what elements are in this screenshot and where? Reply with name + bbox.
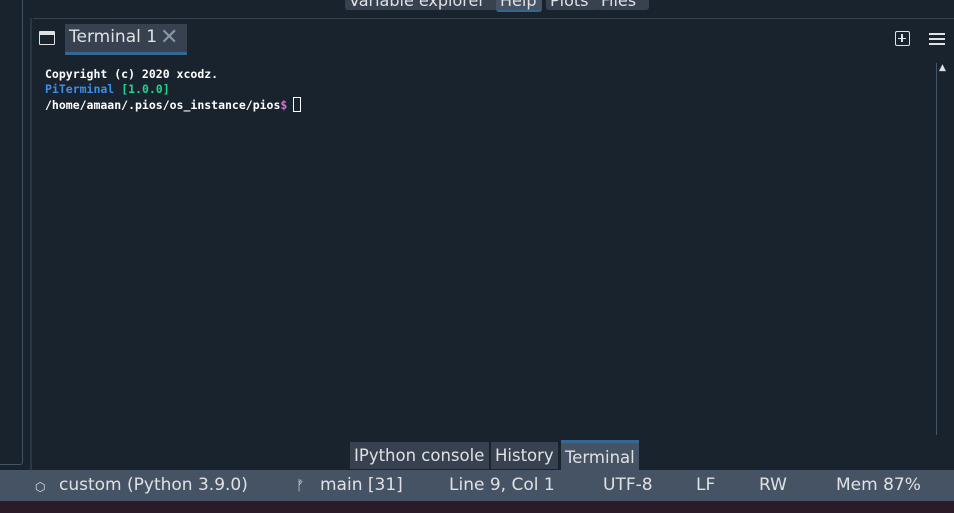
window-icon[interactable] — [39, 31, 55, 45]
tab-terminal[interactable]: Terminal — [561, 440, 639, 472]
status-environment[interactable]: custom (Python 3.9.0) — [59, 475, 248, 495]
vertical-scrollbar[interactable]: ▲ — [936, 63, 949, 435]
status-bar: ⬡ custom (Python 3.9.0) ᚠ main [31] Line… — [0, 470, 954, 501]
prompt-symbol: $ — [280, 98, 288, 112]
terminal-app-name: PiTerminal — [45, 82, 115, 96]
terminal-line: Copyright (c) 2020 xcodz. — [45, 67, 219, 81]
package-icon: ⬡ — [35, 480, 46, 494]
tab-history[interactable]: History — [491, 442, 558, 469]
terminal-prompt-line: /home/amaan/.pios/os_instance/pios$ — [45, 97, 302, 112]
status-cursor-position: Line 9, Col 1 — [449, 475, 555, 495]
pane-header: Terminal 1 ✕ — [33, 19, 954, 57]
terminal-pane: Terminal 1 ✕ Copyright (c) 2020 xcodz. P… — [33, 18, 954, 472]
status-memory: Mem 87% — [836, 475, 921, 495]
tab-files[interactable]: Files — [597, 0, 649, 10]
text-cursor — [293, 97, 302, 112]
tab-help[interactable]: Help — [496, 0, 542, 12]
top-tab-bar: Variable explorer Help Plots Files — [0, 0, 954, 18]
prompt-path: /home/amaan/.pios/os_instance/pios — [45, 98, 281, 112]
tab-plots[interactable]: Plots — [546, 0, 600, 10]
terminal-line: PiTerminal [1.0.0] — [45, 82, 170, 96]
new-terminal-icon[interactable] — [895, 31, 910, 46]
left-panel-frame — [0, 0, 23, 465]
close-icon[interactable]: ✕ — [160, 27, 178, 49]
desktop-strip — [0, 501, 954, 513]
status-git-branch[interactable]: main [31] — [320, 475, 403, 495]
terminal-output[interactable]: Copyright (c) 2020 xcodz. PiTerminal [1.… — [37, 59, 935, 435]
scroll-up-icon[interactable]: ▲ — [939, 63, 946, 73]
status-eol: LF — [696, 475, 716, 495]
git-branch-icon: ᚠ — [296, 478, 305, 494]
tab-ipython-console[interactable]: IPython console — [350, 442, 489, 469]
terminal-app-version: [1.0.0] — [121, 82, 170, 96]
left-panel — [0, 0, 28, 470]
tab-label: Terminal 1 — [69, 27, 158, 47]
hamburger-menu-icon[interactable] — [929, 33, 945, 46]
tab-variable-explorer[interactable]: Variable explorer — [345, 0, 499, 10]
tab-terminal-1[interactable]: Terminal 1 ✕ — [65, 24, 187, 55]
status-permissions: RW — [759, 475, 787, 495]
pane-splitter[interactable] — [30, 18, 32, 470]
status-encoding: UTF-8 — [603, 475, 653, 495]
